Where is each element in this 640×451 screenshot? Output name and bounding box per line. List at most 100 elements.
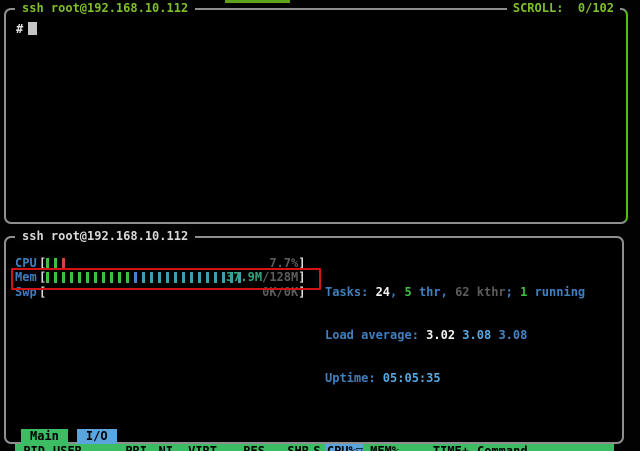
col-shr[interactable]: SHR (265, 444, 309, 451)
scroll-indicator: SCROLL: 0/102 (507, 1, 620, 15)
htop-header-area: CPU[ 7.7% ] Mem[ 37.9M/128M ] (15, 256, 614, 414)
meter-bar-used (54, 272, 57, 283)
tasks-sep2: ; (506, 285, 520, 299)
uptime-label: Uptime: (325, 371, 383, 385)
stats-column: Tasks: 24, 5 thr, 62 kthr; 1 running Loa… (317, 256, 585, 414)
swp-bracket-close: ] (298, 285, 305, 299)
col-time[interactable]: TIME+ (399, 444, 469, 451)
meter-bar-used (46, 272, 49, 283)
tasks-thr: 5 (404, 285, 411, 299)
cpu-bracket-close: ] (298, 256, 305, 270)
col-ni[interactable]: NI (147, 444, 173, 451)
meter-bar-used (78, 272, 81, 283)
process-table-header: PID USER PRI NI VIRT RES SHR S CPU%▽ MEM… (15, 444, 614, 451)
mem-total: /128M (262, 270, 298, 284)
meter-bar-cache (142, 272, 145, 283)
meter-bar-used (70, 272, 73, 283)
mem-meter-label: Mem (15, 270, 39, 284)
swp-meter-value: 0K/0K (262, 285, 298, 299)
sort-descending-icon: ▽ (356, 444, 363, 451)
cpu-meter-body: 7.7% (46, 256, 298, 270)
swp-meter-bars (46, 285, 298, 299)
col-command[interactable]: Command (469, 444, 614, 451)
meter-bar-cache (150, 272, 153, 283)
tasks-thr-label: thr, (412, 285, 455, 299)
uptime-line: Uptime: 05:05:35 (325, 371, 585, 385)
scroll-gap (563, 1, 577, 15)
shell-prompt: # (16, 22, 23, 36)
meter-bar-cache (206, 272, 209, 283)
col-mem[interactable]: MEM% (363, 444, 399, 451)
tab-io[interactable]: I/O (77, 429, 117, 443)
scroll-value: 0/102 (578, 1, 614, 15)
tasks-sep1: , (390, 285, 404, 299)
tasks-running-label: running (527, 285, 585, 299)
meter-bar-used (94, 272, 97, 283)
meter-bar-cache (190, 272, 193, 283)
cpu-meter-label: CPU (15, 256, 39, 270)
meter-bar-cache (198, 272, 201, 283)
swp-meter: Swp[ 0K/0K ] (15, 285, 317, 299)
col-user[interactable]: USER (45, 444, 119, 451)
swp-meter-label: Swp (15, 285, 39, 299)
load-5min: 3.08 (462, 328, 491, 342)
col-pid[interactable]: PID (15, 444, 45, 451)
video-progress-artifact (225, 0, 290, 3)
meter-bar-used (126, 272, 129, 283)
meter-bar-used (102, 272, 105, 283)
mem-bracket-open: [ (39, 270, 46, 284)
meter-bar-used (118, 272, 121, 283)
col-cpu-label: CPU% (327, 444, 356, 451)
meter-bar-kernel (62, 258, 65, 269)
mem-meter-body: 37.9M/128M (46, 270, 298, 284)
tab-main[interactable]: Main (21, 429, 68, 443)
mem-used: 37.9M (226, 270, 262, 284)
tasks-line: Tasks: 24, 5 thr, 62 kthr; 1 running (325, 285, 585, 299)
pane-shell[interactable]: ssh root@192.168.10.112 SCROLL: 0/102 # (4, 8, 628, 224)
terminal-cursor (28, 22, 37, 35)
col-res[interactable]: RES (217, 444, 265, 451)
load-label: Load average: (325, 328, 426, 342)
col-s[interactable]: S (309, 444, 325, 451)
meter-bar-used (110, 272, 113, 283)
meters-column: CPU[ 7.7% ] Mem[ 37.9M/128M ] (15, 256, 317, 414)
tasks-kthr: 62 kthr (455, 285, 506, 299)
htop-tabs: Main I/O (21, 429, 614, 443)
mem-meter: Mem[ 37.9M/128M ] (15, 270, 317, 284)
col-pri[interactable]: PRI (119, 444, 147, 451)
tasks-count: 24 (376, 285, 390, 299)
col-virt[interactable]: VIRT (173, 444, 217, 451)
load-average-line: Load average: 3.02 3.08 3.08 (325, 328, 585, 342)
meter-bar-cache (222, 272, 225, 283)
load-1min: 3.02 (426, 328, 455, 342)
swp-meter-body: 0K/0K (46, 285, 298, 299)
meter-bar-buffers (134, 272, 137, 283)
uptime-value: 05:05:35 (383, 371, 441, 385)
cpu-meter-bars (46, 256, 298, 270)
col-cpu-sort[interactable]: CPU%▽ (325, 444, 363, 451)
spacer-line (15, 414, 614, 429)
meter-bar-used (46, 258, 49, 269)
pane-htop[interactable]: ssh root@192.168.10.112 CPU[ 7.7% ] Mem[ (4, 236, 624, 444)
shell-prompt-line[interactable]: # (6, 10, 626, 48)
meter-bar-cache (214, 272, 217, 283)
cpu-bracket-open: [ (39, 256, 46, 270)
scroll-label: SCROLL: (513, 1, 564, 15)
load-15min: 3.08 (498, 328, 527, 342)
pane-title-top: ssh root@192.168.10.112 (15, 1, 195, 15)
swp-bracket-open: [ (39, 285, 46, 299)
htop-app: CPU[ 7.7% ] Mem[ 37.9M/128M ] (6, 238, 622, 442)
cpu-meter: CPU[ 7.7% ] (15, 256, 317, 270)
tasks-label: Tasks: (325, 285, 376, 299)
meter-bar-used (86, 272, 89, 283)
meter-bar-cache (166, 272, 169, 283)
meter-bar-used (62, 272, 65, 283)
terminal-screen: ssh root@192.168.10.112 SCROLL: 0/102 # … (0, 0, 640, 451)
cpu-meter-value: 7.7% (269, 256, 298, 270)
meter-bar-cache (182, 272, 185, 283)
meter-bar-cache (174, 272, 177, 283)
mem-meter-value: 37.9M/128M (226, 270, 298, 284)
meter-bar-cache (158, 272, 161, 283)
meter-bar-used (54, 258, 57, 269)
mem-bracket-close: ] (298, 270, 305, 284)
